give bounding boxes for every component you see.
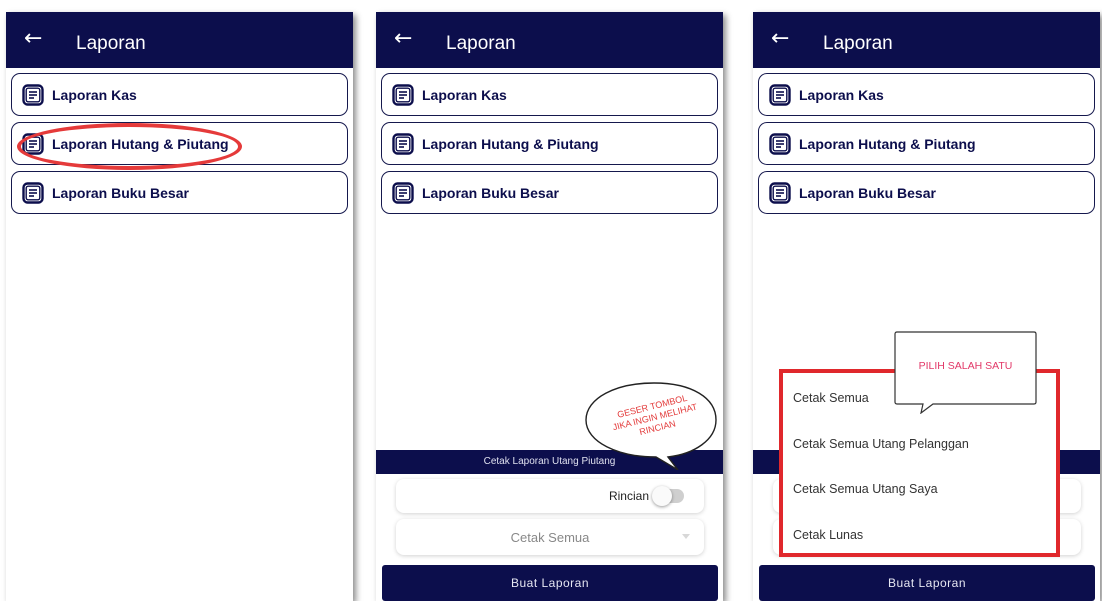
menu-item-label: Laporan Kas <box>799 87 884 103</box>
report-icon <box>22 182 44 204</box>
screen-3: ← Laporan Laporan Kas Laporan Hutang & P… <box>753 12 1100 601</box>
option-cetak-semua[interactable]: Cetak Semua <box>793 391 869 405</box>
menu-item-label: Laporan Buku Besar <box>52 185 189 201</box>
screen-2: ← Laporan Laporan Kas Laporan Hutang & P… <box>376 12 723 601</box>
selected-option: Cetak Semua <box>510 530 590 545</box>
arrow-left-icon[interactable]: ← <box>24 26 42 52</box>
menu-item-laporan-kas[interactable]: Laporan Kas <box>381 73 718 116</box>
report-icon <box>392 182 414 204</box>
highlight-oval <box>17 123 242 170</box>
toggle-knob <box>652 486 672 506</box>
buat-laporan-button[interactable]: Buat Laporan <box>382 565 718 601</box>
report-icon <box>22 84 44 106</box>
rincian-label: Rincian <box>608 489 649 503</box>
menu-item-label: Laporan Kas <box>422 87 507 103</box>
page-title: Laporan <box>76 33 146 54</box>
menu-item-label: Laporan Kas <box>52 87 137 103</box>
page-title: Laporan <box>823 33 893 54</box>
arrow-left-icon[interactable]: ← <box>771 26 789 52</box>
menu-item-laporan-hutang-piutang[interactable]: Laporan Hutang & Piutang <box>381 122 718 165</box>
option-cetak-lunas[interactable]: Cetak Lunas <box>793 528 863 542</box>
menu-item-laporan-buku-besar[interactable]: Laporan Buku Besar <box>11 171 348 214</box>
option-cetak-semua-utang-pelanggan[interactable]: Cetak Semua Utang Pelanggan <box>793 437 969 451</box>
app-bar: ← Laporan <box>753 12 1100 68</box>
report-icon <box>769 84 791 106</box>
app-bar: ← Laporan <box>6 12 353 68</box>
report-icon <box>769 182 791 204</box>
app-bar: ← Laporan <box>376 12 723 68</box>
page-title: Laporan <box>446 33 516 54</box>
rincian-row: Rincian <box>396 479 704 513</box>
option-cetak-semua-utang-saya[interactable]: Cetak Semua Utang Saya <box>793 482 938 496</box>
callout-box <box>894 331 1037 414</box>
menu-item-laporan-kas[interactable]: Laporan Kas <box>758 73 1095 116</box>
menu-item-label: Laporan Buku Besar <box>799 185 936 201</box>
menu-item-label: Laporan Hutang & Piutang <box>799 136 976 152</box>
print-option-select[interactable]: Cetak Semua <box>396 519 704 555</box>
menu-item-label: Laporan Buku Besar <box>422 185 559 201</box>
menu-item-laporan-hutang-piutang[interactable]: Laporan Hutang & Piutang <box>758 122 1095 165</box>
buat-laporan-button[interactable]: Buat Laporan <box>759 565 1095 601</box>
select-hint: PILIH SALAH SATU <box>918 360 1013 372</box>
menu-item-laporan-buku-besar[interactable]: Laporan Buku Besar <box>381 171 718 214</box>
chevron-down-icon <box>682 534 690 539</box>
menu-item-label: Laporan Hutang & Piutang <box>422 136 599 152</box>
report-icon <box>392 84 414 106</box>
arrow-left-icon[interactable]: ← <box>394 26 412 52</box>
menu-item-laporan-buku-besar[interactable]: Laporan Buku Besar <box>758 171 1095 214</box>
menu-item-laporan-kas[interactable]: Laporan Kas <box>11 73 348 116</box>
report-icon <box>769 133 791 155</box>
rincian-toggle[interactable] <box>652 486 684 506</box>
report-icon <box>392 133 414 155</box>
screen-1: ← Laporan Laporan Kas Laporan Hutang & P… <box>6 12 353 601</box>
